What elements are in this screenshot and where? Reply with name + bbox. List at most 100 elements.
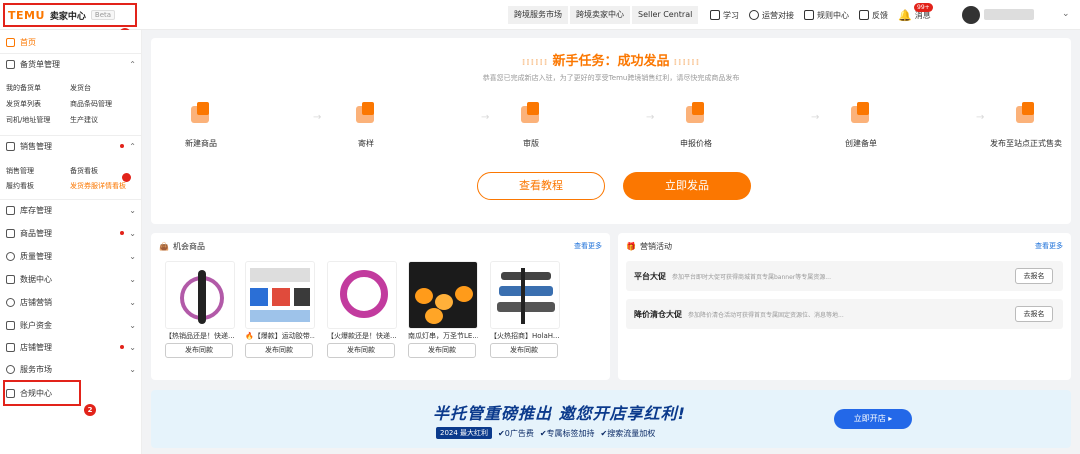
chevron-down-icon: ⌄ bbox=[129, 228, 136, 238]
publish-same-button[interactable]: 发布同款 bbox=[327, 343, 395, 358]
sidebar-item-sales[interactable]: 销售管理 ⌃ bbox=[0, 136, 142, 156]
chevron-down-icon: ⌄ bbox=[129, 297, 136, 307]
activity-row-clearance-promo: 降价清仓大促 参加降价清仓活动可获得首页专属固定资源位、消息等地... 去报名 bbox=[626, 299, 1063, 329]
temu-logo: TEMU bbox=[8, 8, 45, 22]
product-image-tape bbox=[245, 261, 315, 329]
sub-fulfillment-board[interactable]: 履约看板 bbox=[6, 181, 34, 191]
rules-link[interactable]: 规则中心 bbox=[804, 10, 849, 21]
sidebar-item-service-market[interactable]: 服务市场 ⌄ bbox=[0, 359, 142, 379]
step-publish-site: 发布至站点正式售卖 bbox=[981, 102, 1071, 149]
sub-sales-mgmt[interactable]: 销售管理 bbox=[6, 166, 34, 176]
sidebar-item-home[interactable]: 首页 bbox=[0, 32, 142, 52]
decoration: ⁞⁞⁞⁞⁞⁞ bbox=[521, 58, 553, 68]
sidebar-item-data-center[interactable]: 数据中心 ⌄ bbox=[0, 269, 142, 289]
sub-shipping-list[interactable]: 发货单列表 bbox=[6, 99, 41, 109]
promo-banner[interactable]: 半托管重磅推出 邀您开店享红利! 2024 最大红利 ✔0广告费 ✔专属标签加持… bbox=[151, 390, 1071, 448]
chevron-down-icon: ⌄ bbox=[129, 364, 136, 374]
clipboard-icon bbox=[6, 59, 15, 69]
top-bar: TEMU 卖家中心 Beta 1 跨境服务市场 跨境卖家中心 Seller Ce… bbox=[0, 0, 1080, 40]
chevron-up-icon: ⌃ bbox=[129, 59, 136, 69]
publish-same-button[interactable]: 发布同款 bbox=[245, 343, 313, 358]
compliance-highlight-box bbox=[3, 380, 81, 406]
chevron-down-icon: ⌄ bbox=[129, 274, 136, 284]
step-review: 审版 bbox=[486, 102, 576, 149]
open-store-button[interactable]: 立即开店 ▸ bbox=[834, 409, 912, 429]
publish-same-button[interactable]: 发布同款 bbox=[408, 343, 476, 358]
sidebar-item-quality[interactable]: 质量管理 ⌄ bbox=[0, 246, 142, 266]
wallet-icon bbox=[6, 320, 15, 330]
review-icon bbox=[519, 102, 543, 126]
opportunity-view-more[interactable]: 查看更多 bbox=[574, 241, 602, 251]
chevron-down-icon: ⌄ bbox=[129, 320, 136, 330]
step-create-product: 新建商品 bbox=[156, 102, 246, 149]
sidebar-item-store-mgmt[interactable]: 店铺管理 ⌄ bbox=[0, 337, 142, 357]
chevron-down-icon: ⌄ bbox=[129, 205, 136, 215]
product-card[interactable]: 【火爆款还是！快递... 发布同款 bbox=[327, 261, 397, 358]
store-publish-icon bbox=[1014, 102, 1038, 126]
signup-button[interactable]: 去报名 bbox=[1015, 268, 1053, 284]
upload-icon bbox=[189, 102, 213, 126]
logo-area[interactable]: TEMU 卖家中心 Beta bbox=[3, 3, 137, 27]
user-name-redacted bbox=[984, 9, 1034, 20]
marketing-view-more[interactable]: 查看更多 bbox=[1035, 241, 1063, 251]
top-nav: 跨境服务市场 跨境卖家中心 Seller Central bbox=[508, 6, 700, 24]
feedback-link[interactable]: 反馈 bbox=[859, 10, 888, 21]
chevron-down-icon: ⌄ bbox=[129, 342, 136, 352]
publish-same-button[interactable]: 发布同款 bbox=[490, 343, 558, 358]
sidebar-item-products[interactable]: 商品管理 ⌄ bbox=[0, 223, 142, 243]
sidebar-item-store-marketing[interactable]: 店铺营销 ⌄ bbox=[0, 292, 142, 312]
red-dot bbox=[120, 345, 124, 349]
sub-stock-board[interactable]: 备货看板 bbox=[70, 166, 98, 176]
seller-center-title: 卖家中心 bbox=[49, 11, 86, 22]
sub-my-stock-orders[interactable]: 我的备货单 bbox=[6, 83, 41, 93]
opportunity-header: 👜 机会商品 bbox=[159, 242, 205, 251]
product-card[interactable]: 🔥【爆款】运动胶带... 发布同款 bbox=[245, 261, 315, 358]
product-image-hula-hoop bbox=[165, 261, 235, 329]
mail-icon bbox=[354, 102, 378, 126]
red-dot bbox=[120, 144, 124, 148]
nav-seller-central[interactable]: Seller Central bbox=[632, 6, 699, 24]
red-dot bbox=[120, 231, 124, 235]
sidebar-item-inventory[interactable]: 库存管理 ⌄ bbox=[0, 200, 142, 220]
opportunity-products-panel: 👜 机会商品 查看更多 【热销品还是！快递... 发布同款 🔥【爆款】运动胶带..… bbox=[151, 233, 610, 380]
chart-icon bbox=[6, 141, 15, 151]
bell-icon: 🔔 bbox=[898, 8, 912, 22]
data-icon bbox=[6, 274, 15, 284]
sidebar-item-account-funds[interactable]: 账户资金 ⌄ bbox=[0, 315, 142, 335]
product-card[interactable]: 【热销品还是！快递... 发布同款 bbox=[165, 261, 235, 358]
product-image-pumpkin-lights bbox=[408, 261, 478, 329]
publish-same-button[interactable]: 发布同款 bbox=[165, 343, 233, 358]
notification-dot bbox=[122, 173, 131, 182]
chat-icon bbox=[749, 10, 759, 20]
store-icon bbox=[6, 342, 15, 352]
sub-shipping-detail-board[interactable]: 发货券服详情看板 bbox=[70, 181, 126, 191]
sub-barcode-mgmt[interactable]: 商品条码管理 bbox=[70, 99, 112, 109]
chevron-down-icon[interactable]: ⌄ bbox=[1062, 9, 1070, 19]
sidebar-item-stock-orders[interactable]: 备货单管理 ⌃ bbox=[0, 54, 142, 74]
learn-link[interactable]: 学习 bbox=[710, 10, 739, 21]
order-icon bbox=[849, 102, 873, 126]
banner-point: ✔搜索流量加权 bbox=[600, 428, 656, 438]
nav-cross-border-market[interactable]: 跨境服务市场 bbox=[508, 6, 568, 24]
view-tutorial-button[interactable]: 查看教程 bbox=[477, 172, 605, 200]
message-link[interactable]: 🔔 消息 99+ bbox=[898, 2, 933, 22]
ops-link[interactable]: 运营对接 bbox=[749, 10, 794, 21]
sub-driver-address[interactable]: 司机/地址管理 bbox=[6, 115, 50, 125]
banner-subline: 2024 最大红利 ✔0广告费 ✔专属标签加持 ✔搜索流量加权 bbox=[436, 427, 655, 439]
signup-button[interactable]: 去报名 bbox=[1015, 306, 1053, 322]
activity-row-platform-promo: 平台大促 参加平台即时大促可获得商城首页专属banner等专属资源... 去报名 bbox=[626, 261, 1063, 291]
publish-now-button[interactable]: 立即发品 bbox=[623, 172, 751, 200]
product-card[interactable]: 南瓜灯串，万圣节LE... 发布同款 bbox=[408, 261, 478, 358]
step-send-sample: 寄样 bbox=[321, 102, 411, 149]
sub-production-advice[interactable]: 生产建议 bbox=[70, 115, 98, 125]
product-card[interactable]: 【火热招商】HolaH... 发布同款 bbox=[490, 261, 560, 358]
rule-icon bbox=[804, 10, 814, 20]
avatar[interactable] bbox=[962, 6, 980, 24]
message-count-badge: 99+ bbox=[914, 2, 933, 12]
warehouse-icon bbox=[6, 205, 15, 215]
nav-cross-border-seller[interactable]: 跨境卖家中心 bbox=[570, 6, 630, 24]
bag-icon: 👜 bbox=[159, 242, 169, 251]
top-icon-group: 学习 运营对接 规则中心 反馈 🔔 消息 99+ bbox=[710, 2, 933, 24]
sub-shipping-desk[interactable]: 发货台 bbox=[70, 83, 91, 93]
banner-point: ✔0广告费 bbox=[498, 428, 534, 438]
